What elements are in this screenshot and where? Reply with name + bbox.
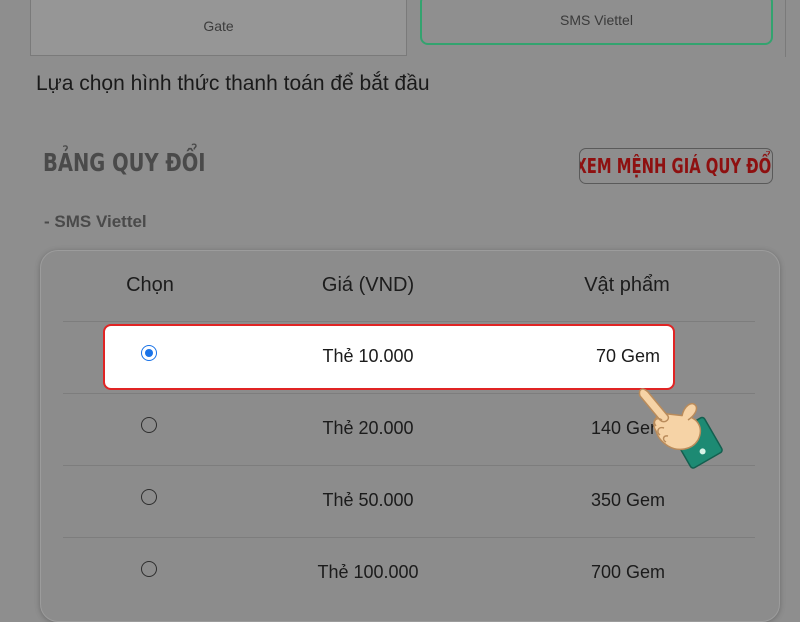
row-item: 350 Gem	[590, 490, 665, 510]
column-header-select: Chọn	[126, 274, 174, 296]
row-price: Thẻ 100.000	[317, 562, 419, 582]
view-denominations-label: XEM MỆNH GIÁ QUY ĐỔI	[579, 154, 773, 178]
pointing-hand-icon	[627, 376, 723, 469]
row-price: Thẻ 20.000	[322, 418, 414, 438]
tab-gate-label: Gate	[203, 18, 234, 34]
row-price: Thẻ 50.000	[322, 490, 414, 510]
row-divider	[63, 537, 755, 538]
row-price: Thẻ 10.000	[322, 346, 414, 366]
row-radio-selected[interactable]	[141, 345, 157, 361]
row-divider	[63, 321, 755, 322]
row-radio[interactable]	[141, 417, 157, 433]
row-item: 700 Gem	[590, 562, 665, 582]
section-title: BẢNG QUY ĐỔI	[43, 148, 206, 177]
tab-sms-viettel[interactable]: SMS Viettel	[420, 0, 773, 45]
view-denominations-button[interactable]: XEM MỆNH GIÁ QUY ĐỔI	[579, 148, 773, 184]
tab-bar-edge	[785, 0, 786, 57]
column-header-price: Giá (VND)	[321, 274, 415, 296]
row-radio[interactable]	[141, 561, 157, 577]
payment-prompt: Lựa chọn hình thức thanh toán để bắt đầu	[36, 72, 430, 95]
row-radio[interactable]	[141, 489, 157, 505]
provider-label: - SMS Viettel	[44, 212, 147, 231]
row-item: 70 Gem	[595, 346, 660, 366]
column-header-item: Vật phẩm	[584, 274, 670, 296]
tab-gate[interactable]: Gate	[30, 0, 407, 56]
tab-sms-viettel-label: SMS Viettel	[560, 11, 633, 28]
